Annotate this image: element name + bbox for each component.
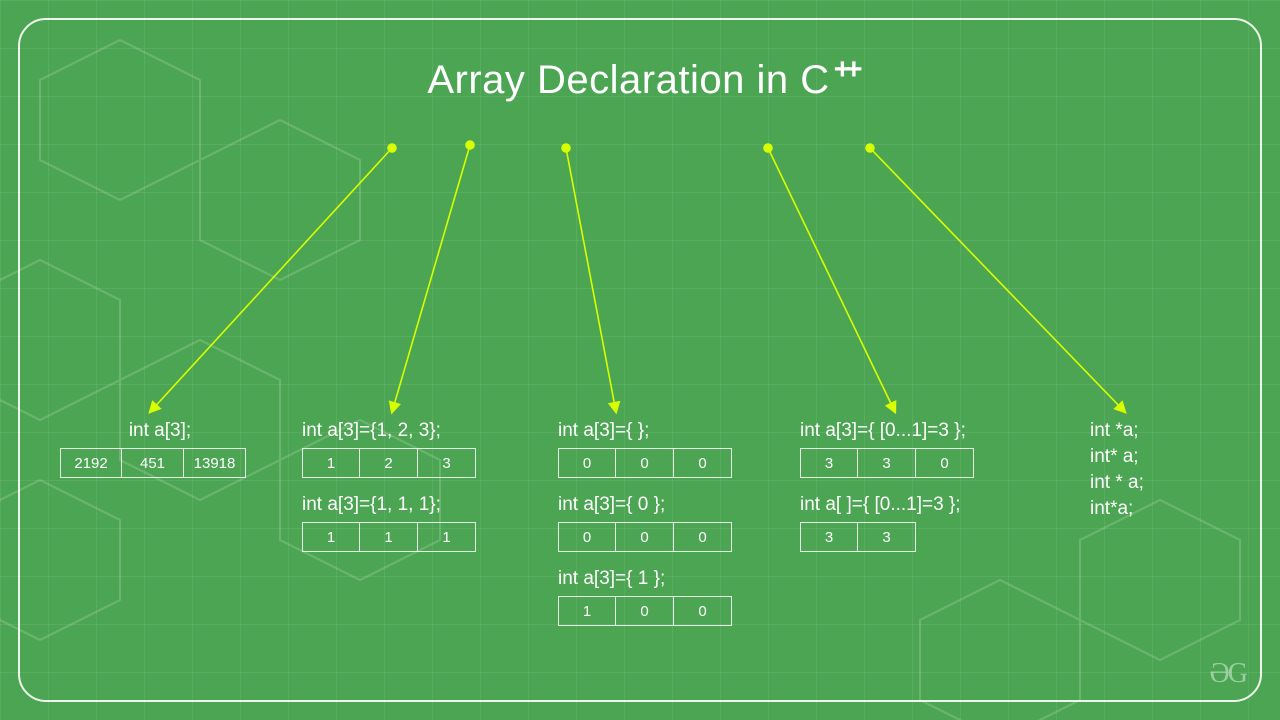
example-pointer-decl: int *a; int* a; int * a; int*a; (1090, 420, 1250, 524)
cell: 0 (674, 522, 732, 552)
code-declaration: int * a; (1090, 472, 1250, 494)
title-main: Array Declaration in C (427, 58, 829, 102)
code-declaration: int a[3]={1, 2, 3}; (302, 420, 512, 442)
array-cells: 3 3 0 (800, 448, 1050, 478)
code-declaration: int a[3]; (60, 420, 260, 442)
cell: 451 (122, 448, 184, 478)
code-declaration: int*a; (1090, 498, 1250, 520)
cell: 1 (302, 522, 360, 552)
cell: 2 (360, 448, 418, 478)
code-declaration: int* a; (1090, 446, 1250, 468)
example-initializer-list: int a[3]={1, 2, 3}; 1 2 3 int a[3]={1, 1… (302, 420, 512, 568)
cell: 0 (916, 448, 974, 478)
watermark-logo: ƏG (1210, 658, 1246, 690)
code-declaration: int *a; (1090, 420, 1250, 442)
array-cells: 0 0 0 (558, 522, 758, 552)
example-partial-init: int a[3]={ }; 0 0 0 int a[3]={ 0 }; 0 0 … (558, 420, 758, 642)
array-cells: 1 1 1 (302, 522, 512, 552)
code-declaration: int a[3]={ }; (558, 420, 758, 442)
example-uninitialized: int a[3]; 2192 451 13918 (60, 420, 260, 494)
array-cells: 0 0 0 (558, 448, 758, 478)
example-designated-init: int a[3]={ [0...1]=3 }; 3 3 0 int a[ ]={… (800, 420, 1050, 568)
code-declaration: int a[3]={ 0 }; (558, 494, 758, 516)
cell: 0 (558, 522, 616, 552)
title-plus-icon: ++ (834, 53, 857, 86)
cell: 1 (418, 522, 476, 552)
cell: 3 (858, 522, 916, 552)
page-title: Array Declaration in C++ (0, 58, 1280, 103)
code-declaration: int a[3]={ 1 }; (558, 568, 758, 590)
cell: 0 (616, 596, 674, 626)
array-cells: 2192 451 13918 (60, 448, 260, 478)
cell: 1 (360, 522, 418, 552)
cell: 1 (302, 448, 360, 478)
cell: 3 (418, 448, 476, 478)
array-cells: 1 0 0 (558, 596, 758, 626)
cell: 3 (858, 448, 916, 478)
code-declaration: int a[3]={1, 1, 1}; (302, 494, 512, 516)
array-cells: 1 2 3 (302, 448, 512, 478)
code-declaration: int a[3]={ [0...1]=3 }; (800, 420, 1050, 442)
cell: 0 (616, 522, 674, 552)
cell: 3 (800, 448, 858, 478)
cell: 0 (674, 596, 732, 626)
code-declaration: int a[ ]={ [0...1]=3 }; (800, 494, 1050, 516)
cell: 0 (616, 448, 674, 478)
cell: 0 (558, 448, 616, 478)
cell: 0 (674, 448, 732, 478)
array-cells: 3 3 (800, 522, 1050, 552)
cell: 13918 (184, 448, 246, 478)
cell: 3 (800, 522, 858, 552)
cell: 1 (558, 596, 616, 626)
cell: 2192 (60, 448, 122, 478)
